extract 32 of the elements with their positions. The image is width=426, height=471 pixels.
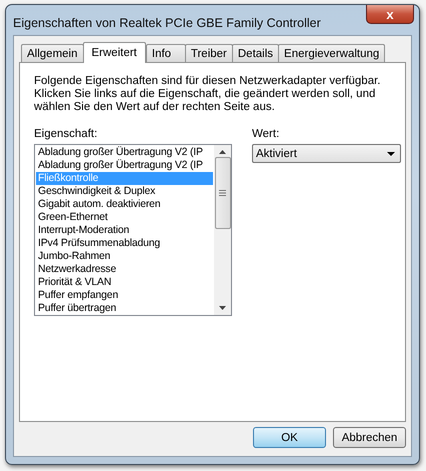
value-label: Wert: [252,128,280,140]
window-title: Eigenschaften von Realtek PCIe GBE Family Controller [13,16,321,30]
list-item[interactable]: Abladung großer Übertragung V2 (IP [36,159,213,172]
scroll-up-icon[interactable] [219,150,226,154]
property-label: Eigenschaft: [34,128,98,140]
list-item[interactable]: Green-Ethernet [36,211,213,224]
scrollbar[interactable] [214,145,231,315]
tab[interactable]: Allgemein [21,44,84,62]
list-item[interactable]: Gigabit autom. deaktivieren [36,198,213,211]
list-item[interactable]: Geschwindigkeit & Duplex [36,185,213,198]
list-item[interactable]: IPv4 Prüfsummenabladung [36,237,213,250]
list-item[interactable]: Interrupt-Moderation [36,224,213,237]
tab[interactable]: Info [146,44,186,62]
caret-icon [387,152,395,156]
grip-icon [219,190,226,196]
scroll-thumb[interactable] [214,157,230,229]
scroll-down-icon[interactable] [219,306,226,310]
list-item[interactable]: Priorität & VLAN [36,276,213,289]
list-item[interactable]: Puffer empfangen [36,289,213,302]
tab[interactable]: Details [232,44,280,62]
tab[interactable]: Treiber [184,44,233,62]
description-text: Folgende Eigenschaften sind für diesen Netzwerkadapter verfügbar. Klicken Sie links auf die Eigenschaft, die geändert werden soll, und wählen Sie den Wert auf der rechten Seite aus. [34,75,382,114]
tab[interactable]: Erweitert [82,42,146,63]
close-button[interactable]: x [366,5,414,24]
dialog-button[interactable]: OK [253,427,326,448]
list-item[interactable]: Jumbo-Rahmen [36,250,213,263]
list-item[interactable]: Puffer übertragen [36,302,213,315]
value-dropdown[interactable]: Aktiviert [252,144,401,163]
list-item[interactable]: Abladung großer Übertragung V2 (IP [36,146,213,159]
tab[interactable]: Energieverwaltung [278,44,386,62]
list-item[interactable]: Netzwerkadresse [36,263,213,276]
dialog-button[interactable]: Abbrechen [333,427,406,448]
